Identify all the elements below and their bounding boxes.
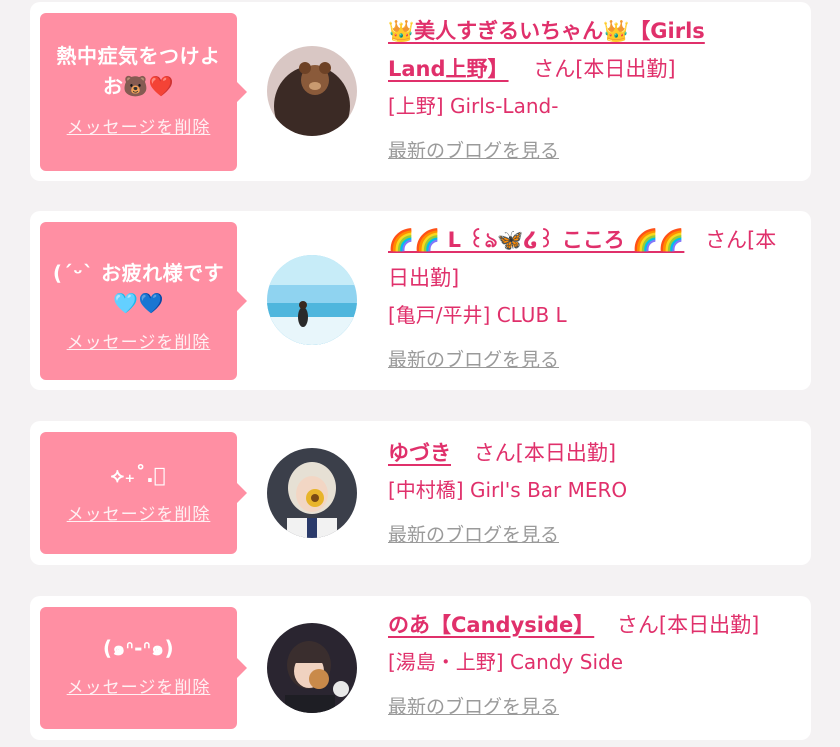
avatar[interactable] <box>267 623 357 713</box>
avatar-image <box>267 623 357 713</box>
avatar[interactable] <box>267 46 357 136</box>
cast-info: ゆづき さん[本日出勤] [中村橋] Girl's Bar MERO 最新のブロ… <box>388 434 799 552</box>
cast-info: のあ【Candyside】 さん[本日出勤] [湯島・上野] Candy Sid… <box>388 606 799 724</box>
avatar[interactable] <box>267 255 357 345</box>
avatar[interactable] <box>267 448 357 538</box>
cast-info: 🌈🌈 L ꒰ঌ🦋໒꒱ こころ 🌈🌈 さん[本 日出勤] [亀戸/平井] CLUB… <box>388 221 799 377</box>
message-text: 熱中症気をつけよ <box>56 44 221 68</box>
message-text: 🩵💙 <box>113 291 164 315</box>
avatar-image <box>267 255 357 345</box>
message-card: 熱中症気をつけよ お🐻❤️ メッセージを削除 👑美人すぎるいちゃん👑【Girls… <box>30 2 811 181</box>
delete-message-link[interactable]: メッセージを削除 <box>48 500 229 525</box>
cast-name-link[interactable]: Land上野】 <box>388 57 509 81</box>
avatar-image <box>267 448 357 538</box>
delete-message-link[interactable]: メッセージを削除 <box>48 328 229 353</box>
message-bubble: 熱中症気をつけよ お🐻❤️ メッセージを削除 <box>40 13 247 171</box>
message-card: (๑ᐢ-ᐢ๑) メッセージを削除 のあ【Candyside】 さん[本日出勤] … <box>30 596 811 740</box>
message-text: (๑ᐢ-ᐢ๑) <box>102 636 175 660</box>
shop-name: [湯島・上野] Candy Side <box>388 650 623 674</box>
cast-name-link[interactable]: のあ【Candyside】 <box>388 613 594 637</box>
status-text: さん[本日出勤] <box>533 57 676 81</box>
status-text: さん[本日出勤] <box>473 441 617 465</box>
message-text: (ˊᵕˋ お疲れ様です <box>52 261 225 285</box>
cast-name-link[interactable]: ゆづき <box>388 441 451 465</box>
cast-name-link[interactable]: 👑美人すぎるいちゃん👑【Girls <box>388 19 705 43</box>
status-text: さん[本 <box>705 228 777 252</box>
cast-name-link[interactable]: 🌈🌈 L ꒰ঌ🦋໒꒱ こころ 🌈🌈 <box>388 228 684 252</box>
latest-blog-link[interactable]: 最新のブログを見る <box>388 518 559 552</box>
shop-name: [上野] Girls-Land- <box>388 94 559 118</box>
delete-message-link[interactable]: メッセージを削除 <box>48 673 229 698</box>
delete-message-link[interactable]: メッセージを削除 <box>48 113 229 138</box>
latest-blog-link[interactable]: 最新のブログを見る <box>388 134 559 168</box>
shop-name: [亀戸/平井] CLUB L <box>388 303 567 327</box>
latest-blog-link[interactable]: 最新のブログを見る <box>388 343 559 377</box>
message-bubble: (๑ᐢ-ᐢ๑) メッセージを削除 <box>40 607 247 729</box>
message-bubble: ⟡₊˚.ﾟ メッセージを削除 <box>40 432 247 554</box>
message-text: ⟡₊˚.ﾟ <box>110 463 167 487</box>
latest-blog-link[interactable]: 最新のブログを見る <box>388 690 559 724</box>
message-bubble: (ˊᵕˋ お疲れ様です 🩵💙 メッセージを削除 <box>40 222 247 380</box>
cast-info: 👑美人すぎるいちゃん👑【Girls Land上野】 さん[本日出勤] [上野] … <box>388 12 799 168</box>
message-text: お🐻❤️ <box>102 74 175 98</box>
message-card: (ˊᵕˋ お疲れ様です 🩵💙 メッセージを削除 🌈🌈 L ꒰ঌ🦋໒꒱ こころ 🌈… <box>30 211 811 390</box>
shop-name: [中村橋] Girl's Bar MERO <box>388 478 628 502</box>
message-card: ⟡₊˚.ﾟ メッセージを削除 ゆづき さん[本日出勤] [中村橋] Girl's… <box>30 421 811 565</box>
status-text: 日出勤] <box>388 266 460 290</box>
status-text: さん[本日出勤] <box>616 613 760 637</box>
avatar-image <box>267 46 357 136</box>
